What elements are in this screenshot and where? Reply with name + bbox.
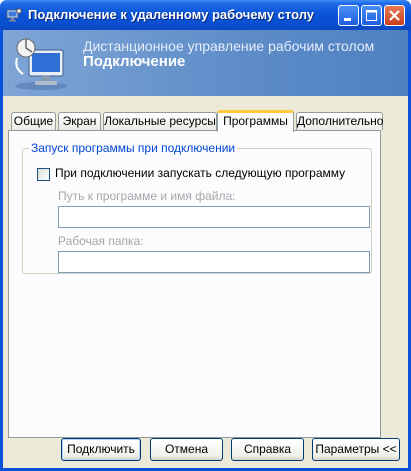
program-path-label: Путь к программе и имя файла: — [58, 189, 236, 203]
working-folder-input[interactable] — [58, 251, 370, 273]
title-bar[interactable]: Подключение к удаленному рабочему столу — [0, 0, 411, 30]
tab-general[interactable]: Общие — [11, 112, 56, 130]
tab-advanced[interactable]: Дополнительно — [296, 112, 383, 130]
group-title: Запуск программы при подключении — [29, 141, 238, 155]
dialog-client-area: Дистанционное управление рабочим столом … — [3, 30, 408, 468]
tab-local-resources[interactable]: Локальные ресурсы — [103, 112, 217, 130]
close-button[interactable] — [384, 5, 405, 26]
cancel-button[interactable]: Отмена — [150, 438, 223, 461]
remote-desktop-icon — [6, 8, 22, 22]
banner: Дистанционное управление рабочим столом … — [3, 30, 408, 96]
connect-button[interactable]: Подключить — [61, 438, 141, 461]
tab-programs[interactable]: Программы — [217, 110, 294, 132]
tab-panel-programs: Запуск программы при подключении При под… — [8, 130, 381, 438]
window-title: Подключение к удаленному рабочему столу — [28, 7, 315, 22]
banner-title: Подключение — [83, 53, 186, 70]
banner-subtitle: Дистанционное управление рабочим столом — [83, 38, 375, 54]
maximize-icon — [366, 10, 377, 21]
window: Подключение к удаленному рабочему столу … — [0, 0, 411, 471]
minimize-icon — [344, 18, 351, 21]
program-path-input[interactable] — [58, 206, 370, 228]
start-program-checkbox-label[interactable]: При подключении запускать следующую прог… — [55, 166, 345, 180]
start-program-checkbox[interactable] — [37, 168, 50, 181]
start-program-group: Запуск программы при подключении При под… — [22, 141, 372, 274]
close-icon — [389, 10, 400, 21]
minimize-button[interactable] — [338, 5, 359, 26]
help-button[interactable]: Справка — [231, 438, 304, 461]
tab-display[interactable]: Экран — [58, 112, 101, 130]
options-button[interactable]: Параметры << — [312, 438, 400, 461]
remote-desktop-computer-icon — [15, 38, 67, 90]
maximize-button[interactable] — [361, 5, 382, 26]
working-folder-label: Рабочая папка: — [58, 234, 144, 248]
